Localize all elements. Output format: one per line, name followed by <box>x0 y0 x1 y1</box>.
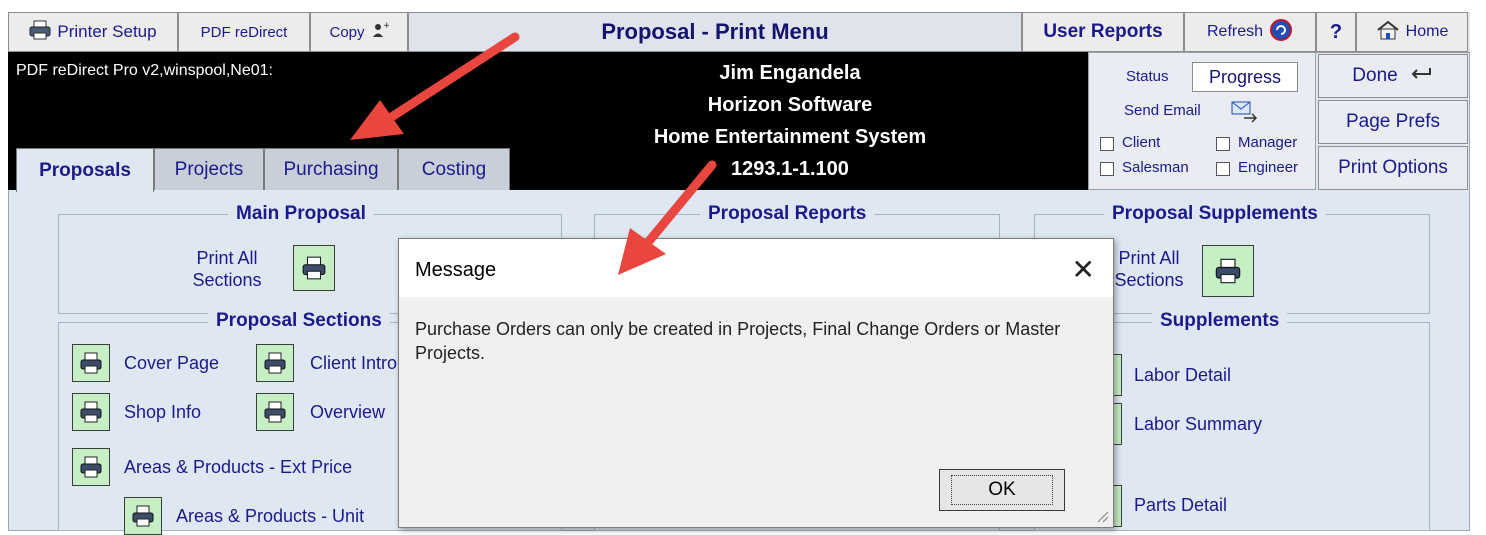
arrow-to-message-dialog <box>618 160 717 275</box>
annotation-arrows <box>350 32 717 275</box>
arrow-to-purchasing-tab <box>350 32 520 140</box>
